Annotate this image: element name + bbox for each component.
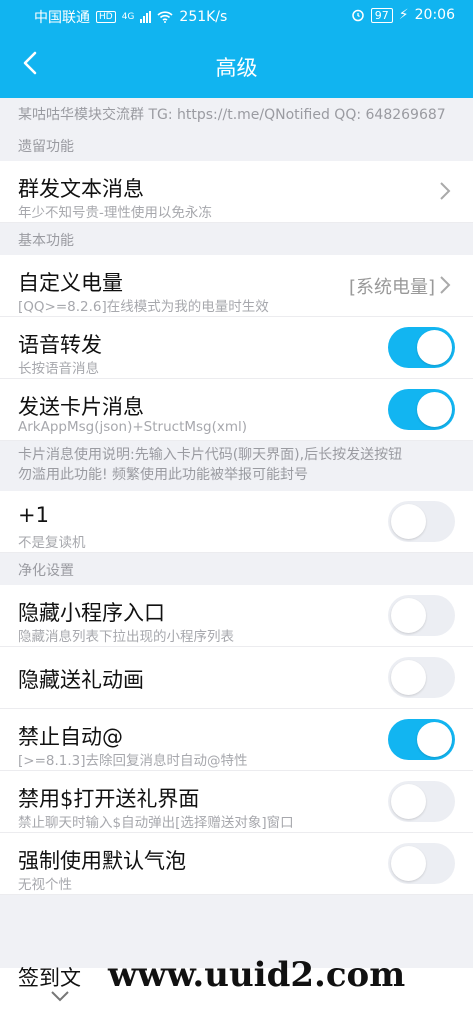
chevron-right-icon xyxy=(440,276,451,294)
charging-icon: ⚡ xyxy=(398,7,409,23)
note-line: 勿滥用此功能! 频繁使用此功能被举报可能封号 xyxy=(18,467,309,483)
status-bar: 中国联通 HD 4G 251K/s 97 ⚡ 20:06 xyxy=(0,0,473,32)
setting-default-bubble: 强制使用默认气泡 无视个性 xyxy=(0,833,473,895)
send-card-toggle[interactable] xyxy=(388,389,455,430)
section-basic: 基本功能 xyxy=(0,223,473,255)
setting-title: 隐藏小程序入口 xyxy=(18,601,165,625)
setting-subtitle: [QQ>=8.2.6]在线模式为我的电量时生效 xyxy=(18,299,269,315)
setting-hide-gift-anim: 隐藏送礼动画 xyxy=(0,647,473,709)
setting-title: 发送卡片消息 xyxy=(18,395,144,419)
signal-icon xyxy=(140,11,152,23)
hide-mini-toggle[interactable] xyxy=(388,595,455,636)
battery-icon: 97 xyxy=(370,7,393,23)
toggle-knob xyxy=(391,784,426,819)
setting-title: +1 xyxy=(18,503,49,527)
toggle-knob xyxy=(391,504,426,539)
network-type: 4G xyxy=(121,12,135,22)
section-purify: 净化设置 xyxy=(0,553,473,585)
setting-subtitle: 年少不知号贵-理性使用以免永冻 xyxy=(18,205,212,221)
setting-battery[interactable]: 自定义电量 [QQ>=8.2.6]在线模式为我的电量时生效 [系统电量] xyxy=(0,255,473,317)
setting-subtitle: 无视个性 xyxy=(18,877,72,893)
voice-forward-toggle[interactable] xyxy=(388,327,455,368)
toggle-knob xyxy=(417,392,452,427)
toggle-knob xyxy=(391,598,426,633)
setting-title: 禁止自动@ xyxy=(18,725,123,749)
hd-badge: HD xyxy=(96,11,116,23)
setting-title: 隐藏送礼动画 xyxy=(18,668,144,692)
hide-gift-anim-toggle[interactable] xyxy=(388,657,455,698)
app-header: 中国联通 HD 4G 251K/s 97 ⚡ 20:06 高级 xyxy=(0,0,473,98)
setting-subtitle: 长按语音消息 xyxy=(18,361,99,377)
toggle-knob xyxy=(417,330,452,365)
chevron-right-icon xyxy=(440,182,451,200)
wifi-icon xyxy=(157,11,173,23)
setting-no-auto-at: 禁止自动@ [>=8.1.3]去除回复消息时自动@特性 xyxy=(0,709,473,771)
setting-title: 强制使用默认气泡 xyxy=(18,849,186,873)
setting-send-card: 发送卡片消息 ArkAppMsg(json)+StructMsg(xml) xyxy=(0,379,473,441)
setting-subtitle: 隐藏消息列表下拉出现的小程序列表 xyxy=(18,629,234,645)
setting-plus-one: +1 不是复读机 xyxy=(0,491,473,553)
toggle-knob xyxy=(391,846,426,881)
setting-subtitle: ArkAppMsg(json)+StructMsg(xml) xyxy=(18,419,248,435)
no-auto-at-toggle[interactable] xyxy=(388,719,455,760)
setting-title: 语音转发 xyxy=(18,333,102,357)
info-text: 某咕咕华模块交流群 TG: https://t.me/QNotified QQ:… xyxy=(0,98,473,129)
setting-subtitle: 禁止聊天时输入$自动弹出[选择赠送对象]窗口 xyxy=(18,815,294,831)
carrier-label: 中国联通 xyxy=(34,10,90,26)
settings-list: 某咕咕华模块交流群 TG: https://t.me/QNotified QQ:… xyxy=(0,98,473,895)
no-gift-ui-toggle[interactable] xyxy=(388,781,455,822)
setting-hide-mini: 隐藏小程序入口 隐藏消息列表下拉出现的小程序列表 xyxy=(0,585,473,647)
card-usage-note: 卡片消息使用说明:先输入卡片代码(聊天界面),后长按发送按钮 勿滥用此功能! 频… xyxy=(0,441,473,491)
plus-one-toggle[interactable] xyxy=(388,501,455,542)
setting-subtitle: 不是复读机 xyxy=(18,535,86,551)
alarm-icon xyxy=(352,9,364,22)
setting-subtitle: [>=8.1.3]去除回复消息时自动@特性 xyxy=(18,753,248,769)
note-line: 卡片消息使用说明:先输入卡片代码(聊天界面),后长按发送按钮 xyxy=(18,447,403,463)
setting-mass-text[interactable]: 群发文本消息 年少不知号贵-理性使用以免永冻 xyxy=(0,161,473,223)
toggle-knob xyxy=(391,660,426,695)
network-speed: 251K/s xyxy=(179,9,228,25)
setting-title: 群发文本消息 xyxy=(18,177,144,201)
toggle-knob xyxy=(417,722,452,757)
setting-value: [系统电量] xyxy=(348,277,435,298)
page-title: 高级 xyxy=(215,56,258,80)
section-legacy: 遗留功能 xyxy=(0,129,473,161)
setting-title: 禁用$打开送礼界面 xyxy=(18,787,200,811)
setting-no-gift-ui: 禁用$打开送礼界面 禁止聊天时输入$自动弹出[选择赠送对象]窗口 xyxy=(0,771,473,833)
setting-voice-forward: 语音转发 长按语音消息 xyxy=(0,317,473,379)
default-bubble-toggle[interactable] xyxy=(388,843,455,884)
watermark: www.uuid2.com xyxy=(108,955,406,995)
chevron-down-icon[interactable] xyxy=(50,990,70,1002)
setting-title: 自定义电量 xyxy=(18,271,123,295)
setting-title: 签到文 xyxy=(18,966,81,990)
clock: 20:06 xyxy=(414,7,455,23)
